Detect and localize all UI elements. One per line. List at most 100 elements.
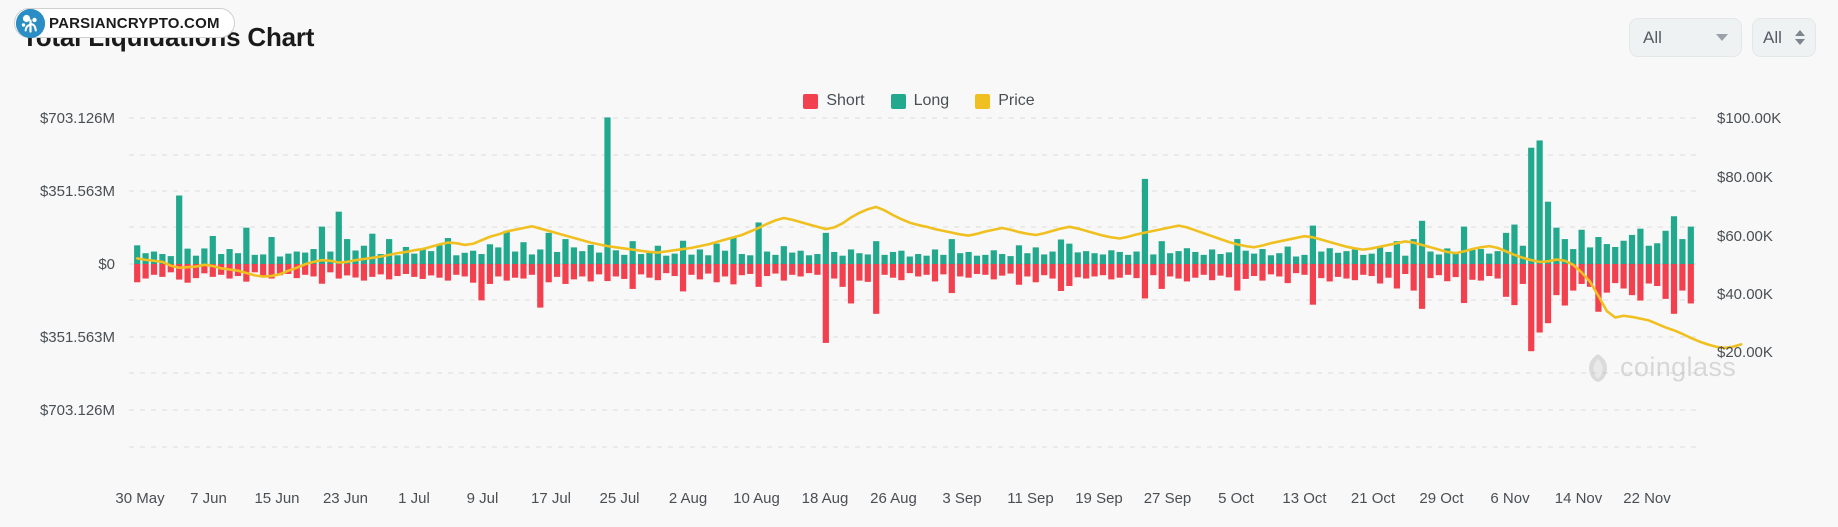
bar-short [1452, 264, 1459, 278]
bar-short [730, 264, 737, 285]
bar-long [612, 250, 619, 264]
bar-long [1670, 216, 1678, 264]
bar-short [394, 264, 401, 277]
bar-long [1418, 220, 1426, 264]
bar-short [646, 264, 653, 278]
bar-long [545, 232, 552, 264]
bar-short [1654, 264, 1661, 287]
bar-long [352, 250, 359, 264]
bar-long [419, 249, 426, 264]
bar-long [570, 247, 577, 264]
bar-short [629, 264, 636, 289]
bar-short [679, 264, 687, 292]
bar-long [251, 254, 258, 264]
bar-long [579, 251, 586, 264]
bar-short [1561, 264, 1568, 306]
bar-short [1225, 264, 1233, 278]
bar-long [1284, 246, 1291, 264]
bar-long [646, 251, 653, 264]
bar-long [713, 243, 720, 264]
bar-long [847, 249, 855, 264]
bar-short [1032, 264, 1039, 283]
bar-long [604, 117, 611, 265]
bar-long [511, 251, 519, 264]
watermark-text: PARSIANCRYPTO.COM [49, 14, 220, 32]
bar-long [1267, 255, 1275, 264]
bar-long [1620, 240, 1627, 264]
bar-short [982, 264, 989, 275]
x-axis-tick: 5 Oct [1218, 490, 1255, 507]
bar-short [1360, 264, 1367, 275]
bar-long [621, 254, 628, 264]
bar-short [621, 264, 628, 279]
bar-short [789, 264, 796, 275]
bar-long [923, 255, 930, 264]
bar-short [663, 264, 670, 274]
bar-long [898, 250, 905, 264]
bar-long [1494, 251, 1501, 264]
bar-short [1603, 264, 1610, 293]
bar-long [1578, 229, 1585, 264]
bar-short [965, 264, 972, 278]
bar-short [1544, 264, 1552, 324]
x-axis-tick: 13 Oct [1282, 490, 1327, 507]
bar-long [411, 253, 418, 264]
bar-short [755, 264, 762, 287]
bar-short [1427, 264, 1434, 279]
bar-long [260, 254, 267, 264]
bar-long [1175, 251, 1182, 264]
bar-long [1259, 249, 1266, 264]
bar-short [1133, 264, 1140, 279]
bar-long [1343, 251, 1350, 264]
bar-short [1393, 264, 1400, 289]
bar-short [352, 264, 359, 278]
bar-long [1511, 224, 1518, 264]
x-axis-tick: 29 Oct [1419, 490, 1464, 507]
bar-long [1536, 140, 1543, 264]
plot-area[interactable]: $703.126M $351.563M $0 $351.563M $703.126M $… [0, 0, 1838, 527]
bar-short [654, 264, 661, 281]
bar-long [386, 239, 393, 264]
bar-long [629, 241, 636, 264]
bar-long [663, 255, 670, 264]
x-axis-tick: 6 Nov [1490, 490, 1530, 507]
bar-short [570, 264, 577, 280]
x-axis-tick: 22 Nov [1623, 490, 1671, 507]
bar-long [1292, 256, 1300, 264]
bar-short [721, 264, 729, 277]
bar-short [889, 264, 897, 278]
bar-short [1200, 264, 1207, 275]
bar-long [738, 254, 745, 264]
bar-short [1074, 264, 1081, 278]
bar-short [1183, 264, 1191, 282]
bar-long [1066, 243, 1073, 264]
x-axis-tick: 14 Nov [1555, 490, 1603, 507]
bar-long [1460, 226, 1468, 264]
bar-short [1553, 264, 1560, 296]
bar-short [1141, 264, 1149, 299]
bar-long [982, 254, 989, 264]
bar-long [1217, 254, 1224, 264]
bar-short [973, 264, 981, 274]
bar-short [444, 264, 452, 281]
bar-long [1603, 244, 1610, 264]
bar-long [1570, 249, 1577, 264]
bar-long [402, 246, 410, 264]
bar-long [831, 251, 838, 264]
bar-short [461, 264, 468, 277]
bar-short [470, 264, 477, 283]
bar-long [1469, 249, 1476, 264]
bar-short [1158, 264, 1165, 289]
bar-short [1670, 264, 1678, 314]
bar-short [637, 264, 645, 275]
bar-long [209, 235, 216, 264]
parsiancrypto-watermark: PARSIANCRYPTO.COM [14, 8, 235, 38]
bar-long [1024, 253, 1031, 264]
bar-short [906, 264, 913, 274]
bar-short [1251, 264, 1258, 277]
bar-long [1586, 247, 1594, 264]
bar-long [1427, 251, 1434, 264]
bar-short [1167, 264, 1174, 277]
bar-long [1376, 246, 1384, 264]
bar-short [528, 264, 535, 275]
